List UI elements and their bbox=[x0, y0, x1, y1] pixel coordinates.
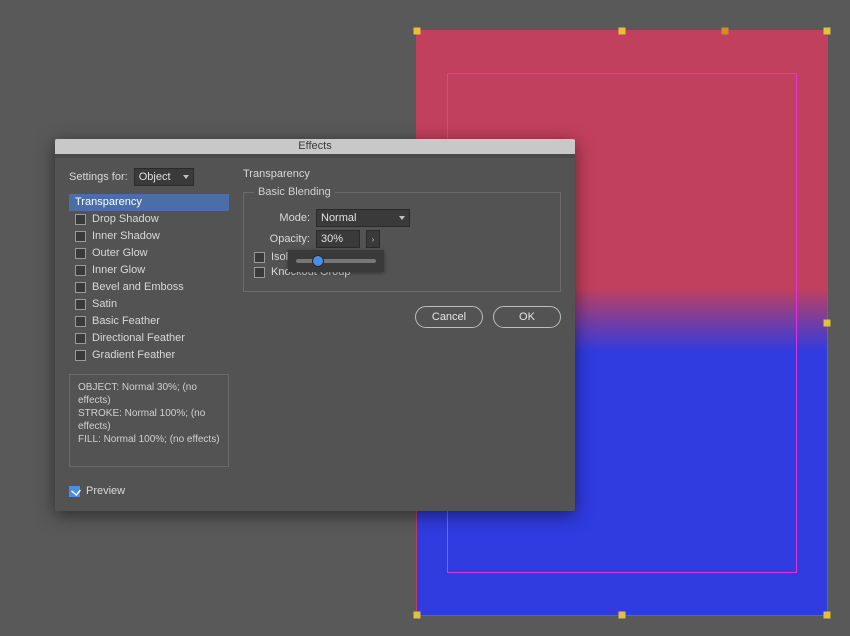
basic-feather-checkbox[interactable] bbox=[75, 316, 86, 327]
effects-item-label: Inner Shadow bbox=[92, 230, 160, 242]
dialog-title[interactable]: Effects bbox=[55, 139, 575, 154]
effects-item-gradient-feather[interactable]: Gradient Feather bbox=[69, 347, 229, 364]
inner-shadow-checkbox[interactable] bbox=[75, 231, 86, 242]
effects-item-label: Directional Feather bbox=[92, 332, 185, 344]
resize-handle-bottom-center[interactable] bbox=[619, 612, 626, 619]
panel-heading: Transparency bbox=[243, 168, 561, 180]
resize-handle-bottom-right[interactable] bbox=[824, 612, 831, 619]
opacity-slider-popup[interactable] bbox=[288, 250, 384, 272]
isolate-blending-checkbox[interactable] bbox=[254, 252, 265, 263]
resize-handle-top-left[interactable] bbox=[414, 28, 421, 35]
opacity-stepper[interactable]: › bbox=[366, 230, 380, 248]
opacity-input[interactable] bbox=[316, 230, 360, 248]
effects-dialog: Effects Settings for: Object Transparenc… bbox=[55, 139, 575, 511]
summary-fill: FILL: Normal 100%; (no effects) bbox=[78, 433, 220, 446]
outer-glow-checkbox[interactable] bbox=[75, 248, 86, 259]
effects-item-label: Bevel and Emboss bbox=[92, 281, 184, 293]
inner-glow-checkbox[interactable] bbox=[75, 265, 86, 276]
resize-handle-top-center[interactable] bbox=[619, 28, 626, 35]
effects-item-label: Transparency bbox=[75, 196, 142, 208]
gradient-feather-checkbox[interactable] bbox=[75, 350, 86, 361]
effects-item-inner-shadow[interactable]: Inner Shadow bbox=[69, 228, 229, 245]
mode-select[interactable]: Normal bbox=[316, 209, 410, 227]
settings-for-select[interactable]: Object bbox=[134, 168, 194, 186]
effects-item-directional-feather[interactable]: Directional Feather bbox=[69, 330, 229, 347]
rotation-reference-point[interactable] bbox=[721, 28, 728, 35]
opacity-slider-track[interactable] bbox=[296, 259, 376, 263]
effects-item-outer-glow[interactable]: Outer Glow bbox=[69, 245, 229, 262]
resize-handle-mid-right[interactable] bbox=[824, 320, 831, 327]
mode-label: Mode: bbox=[254, 212, 310, 224]
effects-list: Transparency Drop Shadow Inner Shadow Ou… bbox=[69, 194, 229, 364]
bevel-emboss-checkbox[interactable] bbox=[75, 282, 86, 293]
effects-item-drop-shadow[interactable]: Drop Shadow bbox=[69, 211, 229, 228]
basic-blending-group: Basic Blending Mode: Normal Opacity: bbox=[243, 186, 561, 292]
opacity-slider-thumb[interactable] bbox=[312, 255, 324, 267]
knockout-group-checkbox[interactable] bbox=[254, 267, 265, 278]
effects-item-label: Gradient Feather bbox=[92, 349, 175, 361]
basic-blending-legend: Basic Blending bbox=[254, 186, 335, 198]
directional-feather-checkbox[interactable] bbox=[75, 333, 86, 344]
effects-summary: OBJECT: Normal 30%; (no effects) STROKE:… bbox=[69, 374, 229, 467]
effects-item-inner-glow[interactable]: Inner Glow bbox=[69, 262, 229, 279]
chevron-right-icon: › bbox=[372, 235, 375, 244]
drop-shadow-checkbox[interactable] bbox=[75, 214, 86, 225]
cancel-button[interactable]: Cancel bbox=[415, 306, 483, 328]
opacity-label: Opacity: bbox=[254, 233, 310, 245]
effects-item-label: Satin bbox=[92, 298, 117, 310]
summary-object: OBJECT: Normal 30%; (no effects) bbox=[78, 381, 220, 407]
effects-item-label: Outer Glow bbox=[92, 247, 148, 259]
ok-button[interactable]: OK bbox=[493, 306, 561, 328]
preview-checkbox[interactable] bbox=[69, 486, 80, 497]
summary-stroke: STROKE: Normal 100%; (no effects) bbox=[78, 407, 220, 433]
effects-item-transparency[interactable]: Transparency bbox=[69, 194, 229, 211]
effects-item-basic-feather[interactable]: Basic Feather bbox=[69, 313, 229, 330]
effects-item-label: Basic Feather bbox=[92, 315, 160, 327]
resize-handle-top-right[interactable] bbox=[824, 28, 831, 35]
satin-checkbox[interactable] bbox=[75, 299, 86, 310]
resize-handle-bottom-left[interactable] bbox=[414, 612, 421, 619]
settings-for-label: Settings for: bbox=[69, 171, 128, 183]
effects-item-label: Inner Glow bbox=[92, 264, 145, 276]
effects-item-bevel-emboss[interactable]: Bevel and Emboss bbox=[69, 279, 229, 296]
effects-item-label: Drop Shadow bbox=[92, 213, 159, 225]
effects-item-satin[interactable]: Satin bbox=[69, 296, 229, 313]
preview-label: Preview bbox=[86, 485, 125, 497]
